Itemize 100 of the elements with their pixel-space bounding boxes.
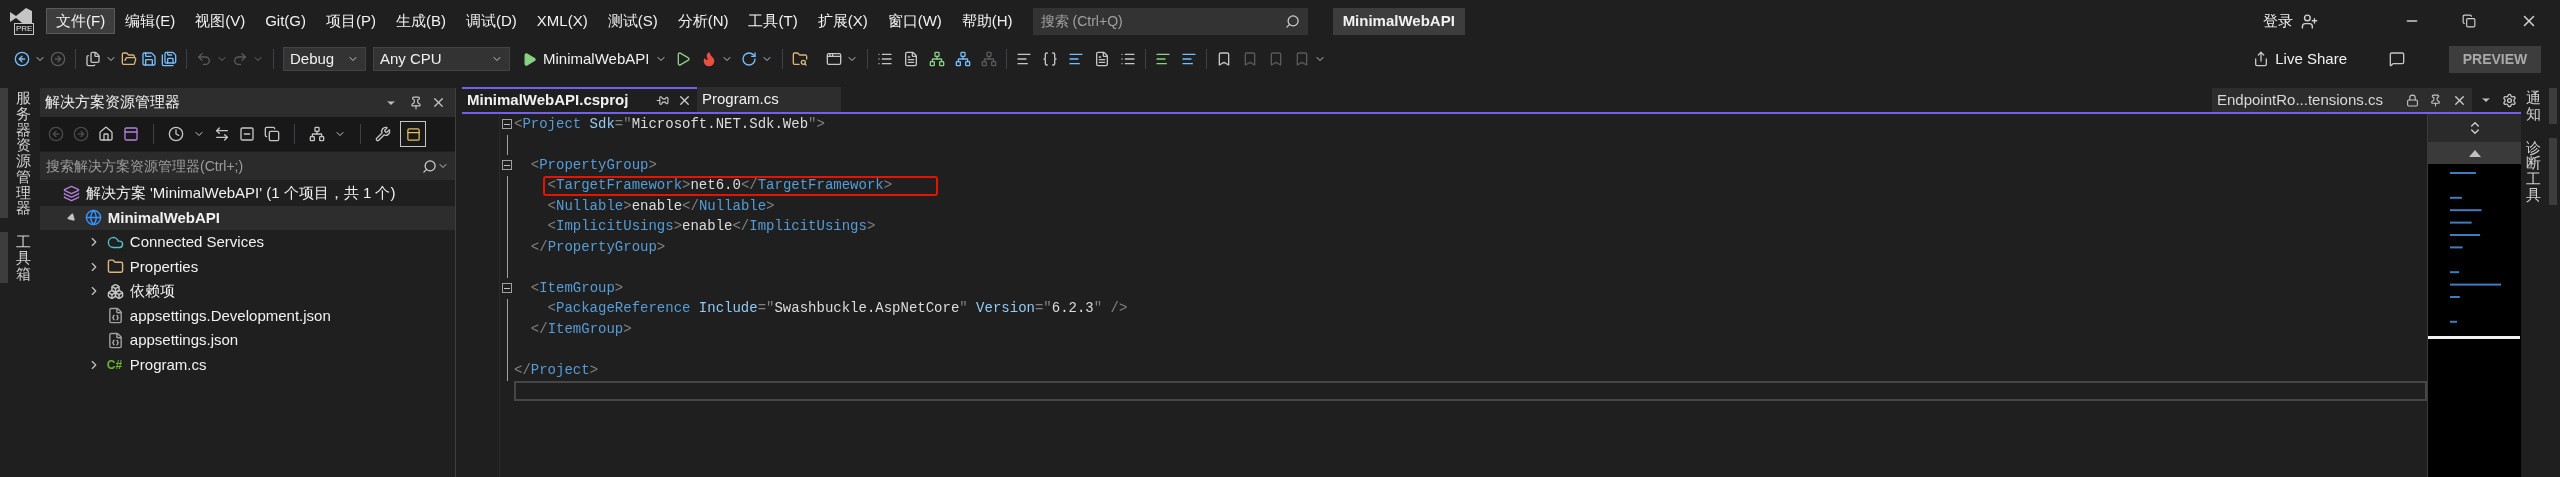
tree-item[interactable]: 解决方案 'MinimalWebAPI' (1 个项目，共 1 个) [40, 181, 455, 206]
configuration-dropdown[interactable]: Debug [283, 47, 366, 71]
forward-icon[interactable] [50, 51, 66, 67]
list-icon[interactable] [877, 51, 894, 67]
menu-item[interactable]: 项目(P) [316, 8, 386, 34]
platform-dropdown[interactable]: Any CPU [373, 47, 510, 71]
share-icon [2253, 51, 2270, 67]
browser-icon[interactable] [826, 51, 843, 67]
boxes-icon [106, 282, 124, 300]
tree-label: 解决方案 'MinimalWebAPI' (1 个项目，共 1 个) [85, 183, 396, 203]
scroll-up-icon[interactable] [2468, 149, 2481, 157]
tree-item[interactable]: Connected Services [40, 230, 455, 255]
side-tab-indicator [2549, 88, 2557, 124]
hierarchy-icon[interactable] [955, 51, 972, 67]
save-icon[interactable] [141, 51, 157, 67]
side-tab[interactable]: 工具箱 [16, 234, 31, 282]
search-icon[interactable] [1284, 13, 1300, 29]
menu-item[interactable]: Git(G) [255, 8, 316, 34]
list-icon[interactable] [1120, 51, 1137, 67]
tree-item[interactable]: appsettings.Development.json [40, 303, 455, 328]
pending-changes-icon[interactable] [168, 126, 184, 142]
pin-icon[interactable] [656, 94, 669, 107]
show-all-files-icon[interactable] [264, 126, 280, 142]
document-icon[interactable] [903, 51, 920, 67]
menu-item[interactable]: 编辑(E) [115, 8, 186, 34]
menu-item[interactable]: 文件(F) [46, 8, 116, 34]
format-icon[interactable] [1068, 51, 1085, 67]
tree-item[interactable]: Properties [40, 254, 455, 279]
live-share-button[interactable]: Live Share [2249, 46, 2351, 72]
menu-item[interactable]: 工具(T) [738, 8, 808, 34]
tree-item[interactable]: appsettings.json [40, 328, 455, 353]
logo-badge: PRE [14, 23, 35, 35]
search-field[interactable]: 搜索 (Ctrl+Q) [1032, 7, 1308, 35]
menu-item[interactable]: 扩展(X) [807, 8, 878, 34]
code-line: <TargetFramework>net6.0</TargetFramework> [547, 176, 893, 196]
restart-icon[interactable] [741, 51, 758, 67]
collapse-all-icon[interactable] [239, 126, 255, 142]
uncomment-icon[interactable] [1181, 51, 1198, 67]
search-field[interactable]: 搜索解决方案资源管理器(Ctrl+;) [40, 152, 455, 180]
panel-title: 解决方案资源管理器 [45, 92, 181, 113]
side-tab[interactable]: 服务器资源管理器 [16, 90, 31, 216]
menu-item[interactable]: 调试(D) [456, 8, 527, 34]
tree-label: appsettings.json [129, 330, 239, 350]
tree-item[interactable]: 依赖项 [40, 279, 455, 304]
find-folder-icon[interactable] [792, 51, 809, 67]
outdent-icon[interactable] [1016, 51, 1033, 67]
restore-icon[interactable] [2462, 14, 2476, 28]
open-icon[interactable] [121, 51, 137, 67]
text-icon[interactable] [1094, 51, 1111, 67]
braces-icon[interactable] [1042, 51, 1059, 67]
side-tab[interactable]: 诊断工具 [2526, 139, 2541, 203]
home-icon[interactable] [98, 126, 114, 142]
properties-icon[interactable] [375, 126, 391, 142]
menu-item[interactable]: 生成(B) [386, 8, 456, 34]
pin-icon[interactable] [2429, 93, 2442, 107]
save-all-icon[interactable] [161, 51, 177, 67]
fold-icon[interactable] [502, 119, 512, 130]
switch-views-icon[interactable] [123, 126, 139, 142]
tree-label: Properties [129, 256, 199, 277]
preview-button[interactable]: PREVIEW [2449, 45, 2541, 73]
side-tab[interactable]: 通知 [2526, 90, 2541, 122]
feedback-icon[interactable] [2389, 51, 2405, 67]
solution-name: MinimalWebAPI [1332, 7, 1465, 35]
sign-in-link[interactable]: 登录 [2263, 9, 2293, 33]
editor-tab[interactable]: EndpointRo...tensions.cs [2212, 88, 2472, 112]
menu-item[interactable]: 窗口(W) [877, 8, 952, 34]
folder-icon [106, 258, 124, 276]
flow-icon[interactable] [929, 51, 946, 67]
menu-item[interactable]: 测试(S) [597, 8, 668, 34]
close-icon[interactable] [677, 93, 692, 108]
code-line: <ImplicitUsings>enable</ImplicitUsings> [547, 217, 876, 237]
code-line: <Nullable>enable</Nullable> [547, 196, 775, 216]
fold-icon[interactable] [502, 160, 512, 171]
tree-item[interactable]: C# Program.cs [40, 352, 455, 377]
comment-icon[interactable] [1155, 51, 1172, 67]
menu-item[interactable]: XML(X) [526, 8, 598, 34]
tree-item[interactable]: MinimalWebAPI [40, 205, 455, 230]
tree-label: Connected Services [129, 232, 265, 252]
tree-label: MinimalWebAPI [107, 207, 221, 228]
editor-tab[interactable]: Program.cs [697, 87, 841, 112]
code-line: </PropertyGroup> [530, 237, 666, 257]
search-icon[interactable] [422, 158, 437, 174]
code-line: <Project Sdk="Microsoft.NET.Sdk.Web"> [514, 114, 825, 134]
menu-item[interactable]: 分析(N) [667, 8, 739, 34]
settings-icon[interactable] [2502, 92, 2517, 108]
run-button[interactable]: MinimalWebAPI [520, 47, 652, 71]
pin-icon[interactable] [409, 95, 423, 110]
sync-icon[interactable] [214, 126, 230, 142]
account-icon[interactable] [2301, 12, 2318, 30]
run-without-debug-icon[interactable] [675, 51, 692, 67]
back-icon[interactable] [14, 51, 30, 67]
expanded-icon[interactable] [66, 212, 78, 224]
view-icon[interactable] [309, 126, 325, 142]
menu-item[interactable]: 视图(V) [185, 8, 256, 34]
side-tab-indicator [0, 232, 8, 284]
close-icon[interactable] [431, 95, 446, 110]
new-item-icon[interactable] [85, 51, 101, 67]
preview-toggle[interactable] [400, 121, 426, 147]
menu-item[interactable]: 帮助(H) [951, 8, 1023, 34]
fold-icon[interactable] [502, 283, 512, 294]
